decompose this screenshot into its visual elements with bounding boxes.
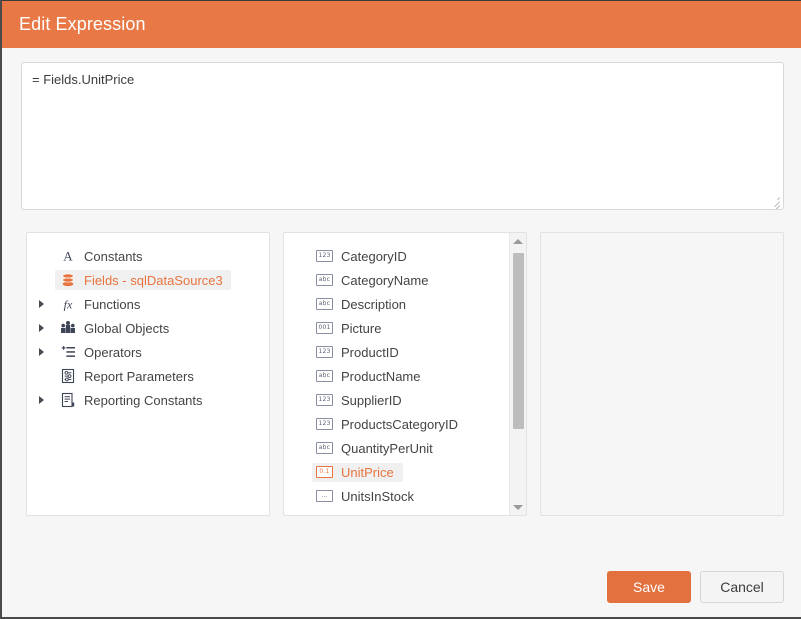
save-button[interactable]: Save (607, 571, 691, 603)
tree-item-content[interactable]: Operators (55, 342, 150, 362)
tree-item-operators[interactable]: Operators (27, 340, 269, 364)
tree-item-label: Constants (84, 248, 143, 264)
window-frame-top (0, 0, 801, 1)
resize-handle-icon[interactable] (769, 195, 781, 209)
field-item-label: UnitPrice (341, 464, 394, 480)
tree-item-content[interactable]: fx Functions (55, 294, 148, 314)
field-item-content[interactable]: abc ProductName (312, 367, 429, 386)
tree-item-label: Global Objects (84, 320, 170, 336)
field-item-content[interactable]: ... UnitsInStock (312, 487, 423, 506)
field-item-categoryid[interactable]: 123 CategoryID (284, 244, 526, 268)
global-objects-icon (59, 320, 77, 336)
cancel-button[interactable]: Cancel (700, 571, 784, 603)
field-item-label: ProductsCategoryID (341, 416, 459, 432)
field-type--icon: ... (316, 490, 333, 502)
field-item-unitprice[interactable]: 0.1 UnitPrice (284, 460, 526, 484)
tree-item-report-parameters[interactable]: Report Parameters (27, 364, 269, 388)
tree-item-content[interactable]: Global Objects (55, 318, 177, 338)
scrollbar-track[interactable] (510, 249, 526, 499)
field-item-content[interactable]: 001 Picture (312, 319, 390, 338)
field-type-abc-icon: abc (316, 274, 333, 286)
field-type-abc-icon: abc (316, 442, 333, 454)
field-item-productscategoryid[interactable]: 123 ProductsCategoryID (284, 412, 526, 436)
field-item-productname[interactable]: abc ProductName (284, 364, 526, 388)
database-icon (59, 272, 77, 288)
expression-text: = Fields.UnitPrice (32, 72, 135, 87)
scroll-up-icon[interactable] (510, 233, 526, 249)
tree-item-global-objects[interactable]: Global Objects (27, 316, 269, 340)
field-item-label: Picture (341, 320, 382, 336)
field-item-label: ProductID (341, 344, 399, 360)
field-type-123-icon: 123 (316, 250, 333, 262)
fields-list-panel: 123 CategoryID abc CategoryName abc Descripti… (283, 232, 527, 516)
tree-item-label: Operators (84, 344, 142, 360)
report-parameters-icon (59, 368, 77, 384)
dialog-title: Edit Expression (19, 14, 146, 34)
operators-icon (59, 344, 77, 360)
dialog-header: Edit Expression (2, 1, 801, 48)
fields-scrollbar[interactable] (509, 233, 526, 515)
dialog-footer: Save Cancel (607, 571, 784, 603)
field-item-quantityperunit[interactable]: abc QuantityPerUnit (284, 436, 526, 460)
field-item-content[interactable]: 123 ProductID (312, 343, 408, 362)
tree-item-label: Report Parameters (84, 368, 194, 384)
field-item-picture[interactable]: 001 Picture (284, 316, 526, 340)
svg-text:A: A (63, 249, 73, 264)
field-item-content[interactable]: 0.1 UnitPrice (312, 462, 403, 482)
scrollbar-thumb[interactable] (513, 253, 524, 429)
field-type-01-icon: 0.1 (316, 466, 333, 478)
field-type-123-icon: 123 (316, 418, 333, 430)
tree-item-content[interactable]: Fields - sqlDataSource3 (55, 270, 231, 290)
details-panel (540, 232, 784, 516)
tree-item-fields-sqldatasource3[interactable]: Fields - sqlDataSource3 (27, 268, 269, 292)
expand-arrow-icon[interactable] (39, 300, 55, 308)
expand-arrow-icon[interactable] (39, 324, 55, 332)
field-type-123-icon: 123 (316, 394, 333, 406)
field-item-unitsinstock[interactable]: ... UnitsInStock (284, 484, 526, 508)
expand-arrow-icon[interactable] (39, 396, 55, 404)
field-item-label: CategoryID (341, 248, 407, 264)
field-item-content[interactable]: abc Description (312, 295, 415, 314)
window-frame-left (0, 0, 2, 619)
field-item-label: CategoryName (341, 272, 429, 288)
field-type-123-icon: 123 (316, 346, 333, 358)
field-type-001-icon: 001 (316, 322, 333, 334)
tree-item-functions[interactable]: fx Functions (27, 292, 269, 316)
scroll-down-icon[interactable] (510, 499, 526, 515)
field-type-abc-icon: abc (316, 370, 333, 382)
tree-item-reporting-constants[interactable]: Reporting Constants (27, 388, 269, 412)
tree-item-label: Functions (84, 296, 141, 312)
field-item-description[interactable]: abc Description (284, 292, 526, 316)
field-item-productid[interactable]: 123 ProductID (284, 340, 526, 364)
field-item-label: QuantityPerUnit (341, 440, 433, 456)
tree-item-label: Reporting Constants (84, 392, 203, 408)
fx-icon: fx (59, 296, 77, 312)
reporting-constants-icon (59, 392, 77, 408)
field-item-content[interactable]: abc QuantityPerUnit (312, 439, 442, 458)
tree-item-constants[interactable]: A Constants (27, 244, 269, 268)
field-item-supplierid[interactable]: 123 SupplierID (284, 388, 526, 412)
tree-item-content[interactable]: A Constants (55, 246, 151, 266)
field-item-label: UnitsInStock (341, 488, 414, 504)
field-item-label: ProductName (341, 368, 421, 384)
tree-item-label: Fields - sqlDataSource3 (84, 272, 223, 288)
field-item-label: Description (341, 296, 407, 312)
letter-a-icon: A (59, 248, 77, 264)
field-type-abc-icon: abc (316, 298, 333, 310)
tree-item-content[interactable]: Reporting Constants (55, 390, 211, 410)
expression-input[interactable]: = Fields.UnitPrice (21, 62, 784, 210)
category-tree-panel: A Constants Fields - sqlDataSource3 fx Funct… (26, 232, 270, 516)
expand-arrow-icon[interactable] (39, 348, 55, 356)
field-item-content[interactable]: 123 SupplierID (312, 391, 411, 410)
field-item-categoryname[interactable]: abc CategoryName (284, 268, 526, 292)
tree-item-content[interactable]: Report Parameters (55, 366, 202, 386)
field-item-content[interactable]: 123 ProductsCategoryID (312, 415, 467, 434)
expression-editor-area: = Fields.UnitPrice (2, 48, 801, 210)
field-item-content[interactable]: abc CategoryName (312, 271, 437, 290)
panes-container: A Constants Fields - sqlDataSource3 fx Funct… (2, 210, 801, 516)
svg-text:fx: fx (64, 298, 73, 312)
edit-expression-dialog: Edit Expression = Fields.UnitPrice A Cons… (2, 1, 801, 617)
field-item-content[interactable]: 123 CategoryID (312, 247, 416, 266)
field-item-label: SupplierID (341, 392, 402, 408)
